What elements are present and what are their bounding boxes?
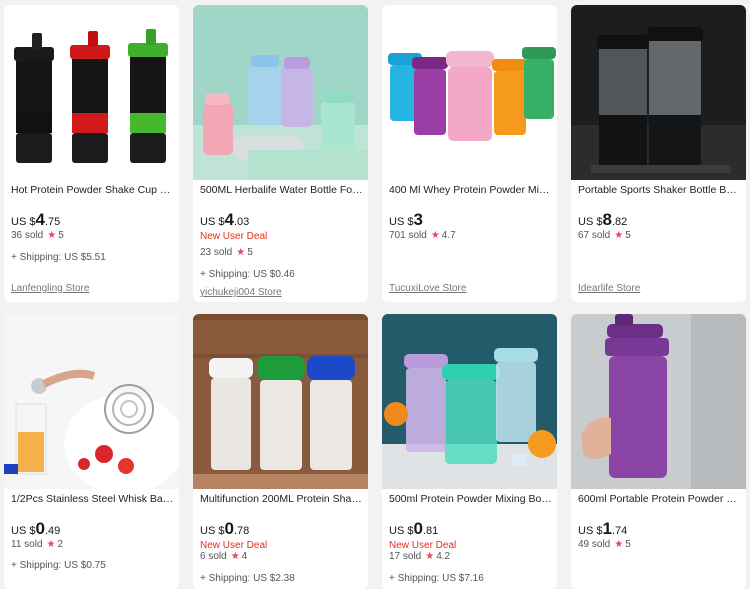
product-title[interactable]: 400 Ml Whey Protein Powder Mixi... xyxy=(389,183,552,197)
shipping-cost: + Shipping: US $0.46 xyxy=(200,269,295,280)
shipping-cost: + Shipping: US $0.75 xyxy=(11,560,106,571)
star-icon: ★ xyxy=(236,247,246,258)
product-price: US $3 xyxy=(389,210,423,229)
product-title[interactable]: Hot Protein Powder Shake Cup 3 L... xyxy=(11,183,174,197)
product-price: US $0.78 xyxy=(200,519,250,538)
new-user-deal-label: New User Deal xyxy=(200,540,268,551)
product-image[interactable] xyxy=(382,5,557,180)
product-image[interactable] xyxy=(193,5,368,180)
star-icon: ★ xyxy=(614,230,624,241)
product-image[interactable] xyxy=(4,5,179,180)
sold-and-rating: 49 sold ★ 5 xyxy=(578,539,631,550)
product-card[interactable]: 500ml Protein Powder Mixing Bottl... US … xyxy=(382,314,557,589)
star-icon: ★ xyxy=(46,539,56,550)
store-link[interactable]: TucuxiLove Store xyxy=(389,283,466,294)
product-title[interactable]: 1/2Pcs Stainless Steel Whisk Ball M... xyxy=(11,492,174,506)
product-image[interactable] xyxy=(382,314,557,489)
store-link[interactable]: yichukeji004 Store xyxy=(200,287,282,298)
product-card[interactable]: 400 Ml Whey Protein Powder Mixi... US $3… xyxy=(382,5,557,302)
product-title[interactable]: 600ml Portable Protein Powder Sh... xyxy=(578,492,741,506)
star-icon: ★ xyxy=(47,230,57,241)
product-image[interactable] xyxy=(193,314,368,489)
product-card[interactable]: 1/2Pcs Stainless Steel Whisk Ball M... U… xyxy=(4,314,179,589)
product-price: US $0.81 xyxy=(389,519,439,538)
sold-and-rating: 67 sold ★ 5 xyxy=(578,230,631,241)
sold-and-rating: 36 sold ★ 5 xyxy=(11,230,64,241)
product-card[interactable]: Multifunction 200ML Protein Shak... US $… xyxy=(193,314,368,589)
product-card[interactable]: Portable Sports Shaker Bottle BPA ... US… xyxy=(571,5,746,302)
sold-and-rating: 23 sold ★ 5 xyxy=(200,247,253,258)
sold-and-rating: 11 sold ★ 2 xyxy=(11,539,64,550)
shipping-cost: + Shipping: US $2.38 xyxy=(200,573,295,584)
sold-and-rating: 701 sold ★ 4.7 xyxy=(389,230,456,241)
new-user-deal-label: New User Deal xyxy=(200,231,268,242)
star-icon: ★ xyxy=(230,551,240,562)
sold-and-rating: 6 sold ★ 4 xyxy=(200,551,248,562)
new-user-deal-label: New User Deal xyxy=(389,540,457,551)
shipping-cost: + Shipping: US $5.51 xyxy=(11,252,106,263)
product-price: US $4.75 xyxy=(11,210,61,229)
sold-and-rating: 17 sold ★ 4.2 xyxy=(389,551,451,562)
product-image[interactable] xyxy=(571,5,746,180)
store-link[interactable]: Lanfengling Store xyxy=(11,283,89,294)
product-title[interactable]: 500ML Herbalife Water Bottle For ... xyxy=(200,183,363,197)
product-card[interactable]: Hot Protein Powder Shake Cup 3 L... US $… xyxy=(4,5,179,302)
shipping-cost: + Shipping: US $7.16 xyxy=(389,573,484,584)
product-card[interactable]: 500ML Herbalife Water Bottle For ... US … xyxy=(193,5,368,302)
product-price: US $8.82 xyxy=(578,210,628,229)
product-price: US $1.74 xyxy=(578,519,628,538)
product-title[interactable]: 500ml Protein Powder Mixing Bottl... xyxy=(389,492,552,506)
product-card[interactable]: 600ml Portable Protein Powder Sh... US $… xyxy=(571,314,746,589)
star-icon: ★ xyxy=(430,230,440,241)
product-image[interactable] xyxy=(571,314,746,489)
product-price: US $4.03 xyxy=(200,210,250,229)
product-title[interactable]: Portable Sports Shaker Bottle BPA ... xyxy=(578,183,741,197)
product-title[interactable]: Multifunction 200ML Protein Shak... xyxy=(200,492,363,506)
product-image[interactable] xyxy=(4,314,179,489)
star-icon: ★ xyxy=(614,539,624,550)
store-link[interactable]: Idearlife Store xyxy=(578,283,640,294)
star-icon: ★ xyxy=(425,551,435,562)
product-price: US $0.49 xyxy=(11,519,61,538)
